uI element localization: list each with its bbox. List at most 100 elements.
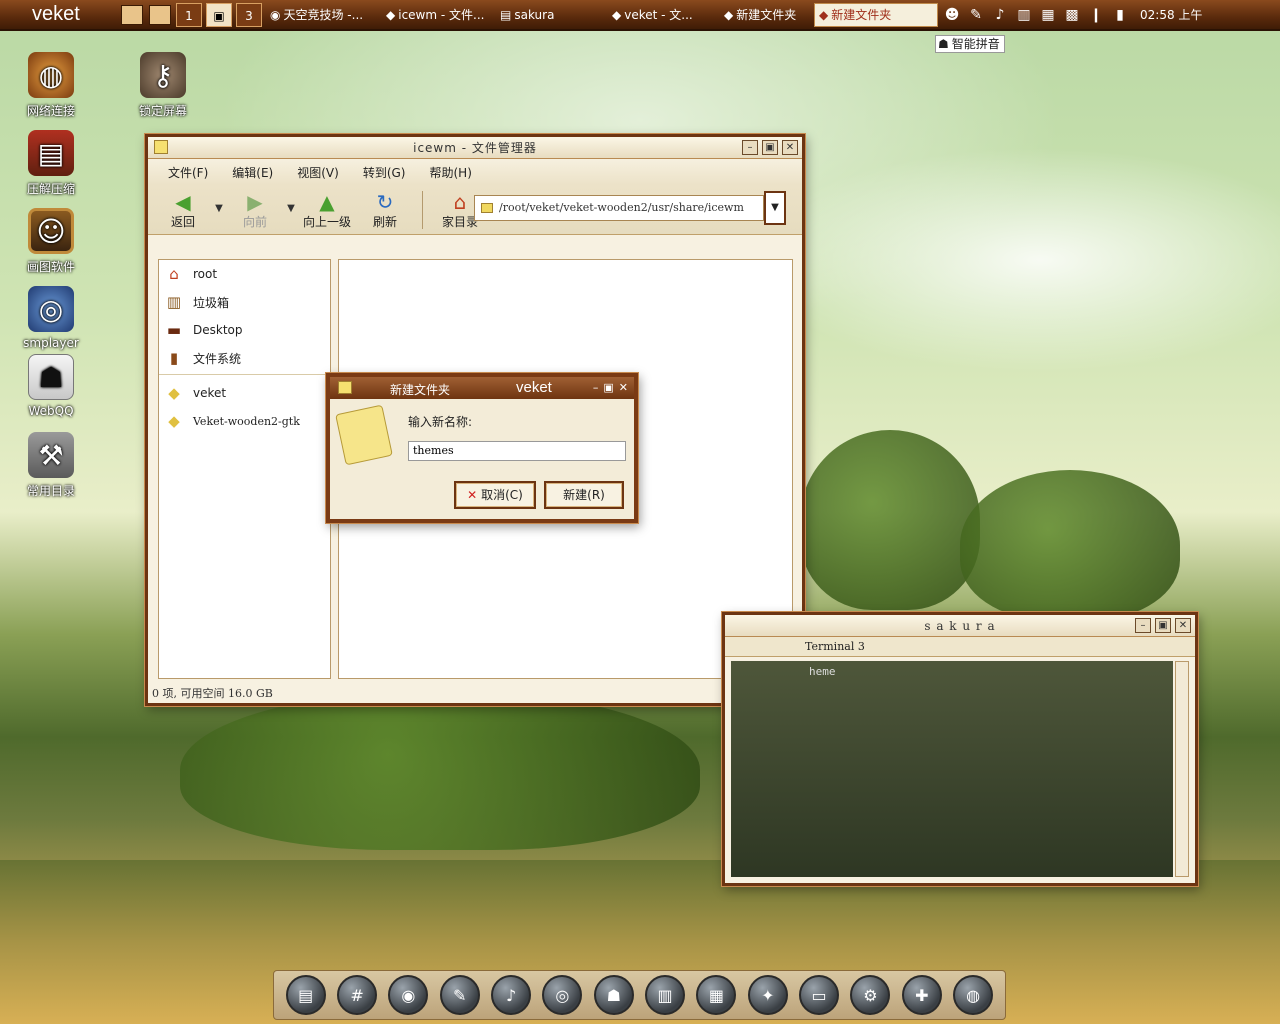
terminal-line: heme bbox=[809, 665, 836, 678]
toolbar-separator bbox=[422, 191, 423, 229]
close-button[interactable]: ✕ bbox=[782, 140, 798, 155]
help-dock-icon[interactable]: ✚ bbox=[901, 975, 942, 1015]
clipboard-icon[interactable]: ▦ bbox=[1038, 4, 1058, 26]
network-icon[interactable]: ▩ bbox=[1062, 4, 1082, 26]
location-path: /root/veket/veket-wooden2/usr/share/icew… bbox=[499, 201, 744, 214]
task-sakura[interactable]: ▤ sakura bbox=[496, 3, 604, 27]
terminal-titlebar[interactable]: s a k u r a – ▣ ✕ bbox=[725, 615, 1195, 637]
workspace-2[interactable]: ▣ bbox=[206, 2, 232, 27]
menu-file[interactable]: 文件(F) bbox=[168, 164, 208, 181]
status-bar: 0 项, 可用空间 16.0 GB bbox=[152, 687, 273, 700]
minimize-button[interactable]: – bbox=[1135, 618, 1151, 633]
ime-indicator[interactable]: ☗ 智能拼音 bbox=[935, 35, 1005, 53]
desktop-icon-paint[interactable]: ☺ 画图软件 bbox=[6, 208, 96, 275]
image-viewer-dock-icon[interactable]: ✦ bbox=[747, 975, 788, 1015]
menu-go[interactable]: 转到(G) bbox=[363, 164, 406, 181]
back-history-dropdown[interactable]: ▼ bbox=[212, 203, 226, 214]
dialog-title: 新建文件夹 bbox=[390, 383, 451, 397]
up-button[interactable]: ▲ 向上一级 bbox=[298, 191, 356, 230]
task-icewm-file-manager[interactable]: ◆ icewm - 文件... bbox=[382, 3, 492, 27]
settings-dock-icon[interactable]: ⚙ bbox=[850, 975, 891, 1015]
desktop-icon-lock-screen[interactable]: ⚷ 锁定屏幕 bbox=[118, 52, 208, 119]
close-button[interactable]: ✕ bbox=[1175, 618, 1191, 633]
minimize-button[interactable]: – bbox=[742, 140, 758, 155]
forward-history-dropdown[interactable]: ▼ bbox=[284, 203, 298, 214]
menu-edit[interactable]: 编辑(E) bbox=[232, 164, 273, 181]
sidebar-item-filesystem[interactable]: ▮ 文件系统 bbox=[159, 344, 330, 372]
monitor-dock-icon[interactable]: ▥ bbox=[645, 975, 686, 1015]
cancel-button[interactable]: ✕ 取消(C) bbox=[454, 481, 536, 509]
file-manager-titlebar[interactable]: icewm - 文件管理器 – ▣ ✕ bbox=[148, 137, 802, 159]
sidebar-item-veket[interactable]: ◆ veket bbox=[159, 379, 330, 407]
sidebar-separator bbox=[159, 374, 330, 375]
maximize-button[interactable]: ▣ bbox=[603, 381, 613, 394]
desktop-icon-network[interactable]: ◍ 网络连接 bbox=[6, 52, 96, 119]
editor-dock-icon[interactable]: ✎ bbox=[439, 975, 480, 1015]
folder-icon bbox=[481, 203, 493, 213]
disk-dock-icon[interactable]: ▭ bbox=[799, 975, 840, 1015]
refresh-button[interactable]: ↻ 刷新 bbox=[356, 191, 414, 230]
sidebar-item-trash[interactable]: ▥ 垃圾箱 bbox=[159, 288, 330, 316]
hammer-icon: ⚒ bbox=[28, 432, 74, 478]
desktop-icon-common-dirs[interactable]: ⚒ 常用目录 bbox=[6, 432, 96, 499]
task-new-folder-active[interactable]: ◆ 新建文件夹 bbox=[814, 2, 938, 27]
install-dock-icon[interactable]: ▦ bbox=[696, 975, 737, 1015]
folder-icon: ◆ bbox=[612, 7, 622, 22]
forward-button[interactable]: ▶ 向前 bbox=[226, 191, 284, 230]
volume-icon[interactable]: ♪ bbox=[990, 4, 1010, 26]
media-player-dock-icon[interactable]: ◎ bbox=[542, 975, 583, 1015]
start-menu-button[interactable]: veket bbox=[0, 0, 118, 30]
maximize-button[interactable]: ▣ bbox=[1155, 618, 1171, 633]
folder-icon: ◆ bbox=[168, 384, 180, 402]
pet-icon[interactable]: ☻ bbox=[942, 4, 962, 26]
monitor-icon: ▣ bbox=[213, 8, 225, 23]
terminal-dock-icon[interactable]: # bbox=[337, 975, 378, 1015]
home-icon: ⌂ bbox=[169, 265, 179, 283]
minimize-button[interactable]: – bbox=[593, 381, 599, 394]
clock[interactable]: 02:58 上午 bbox=[1140, 6, 1202, 23]
task-veket-file-manager[interactable]: ◆ veket - 文... bbox=[608, 3, 716, 27]
firefox-dock-icon[interactable]: ◉ bbox=[388, 975, 429, 1015]
terminal-tab[interactable]: Terminal 3 bbox=[725, 637, 1195, 657]
folder-name-input[interactable]: themes bbox=[408, 441, 626, 461]
terminal-scrollbar[interactable] bbox=[1175, 661, 1189, 877]
desktop-icon-webqq[interactable]: ☗ WebQQ bbox=[6, 354, 96, 418]
desktop-icon-smplayer[interactable]: ◎ smplayer bbox=[6, 286, 96, 350]
close-button[interactable]: ✕ bbox=[619, 381, 628, 394]
toolbar: ◀ 返回 ▼ ▶ 向前 ▼ ▲ 向上一级 ↻ 刷新 ⌂ 家目录 /root/ve… bbox=[148, 185, 802, 235]
location-dropdown[interactable]: ▼ bbox=[764, 191, 786, 225]
workspace-1[interactable]: 1 bbox=[176, 2, 202, 27]
terminal-icon: ▤ bbox=[500, 7, 512, 22]
music-dock-icon[interactable]: ♪ bbox=[491, 975, 532, 1015]
task-new-folder[interactable]: ◆ 新建文件夹 bbox=[720, 3, 810, 27]
back-button[interactable]: ◀ 返回 bbox=[154, 191, 212, 230]
maximize-button[interactable]: ▣ bbox=[762, 140, 778, 155]
menu-help[interactable]: 帮助(H) bbox=[429, 164, 471, 181]
pen-icon[interactable]: ✎ bbox=[966, 4, 986, 26]
file-manager-dock-icon[interactable]: ▤ bbox=[285, 975, 326, 1015]
workspace-3[interactable]: 3 bbox=[236, 2, 262, 27]
sidebar-item-veket-wooden2-gtk[interactable]: ◆ Veket-wooden2-gtk bbox=[159, 407, 330, 435]
show-desktop-icon[interactable] bbox=[121, 4, 143, 25]
window-list-icon[interactable] bbox=[149, 4, 171, 25]
qq-dock-icon[interactable]: ☗ bbox=[593, 975, 634, 1015]
create-button[interactable]: 新建(R) bbox=[544, 481, 624, 509]
task-firefox[interactable]: ◉ 天空竞技场 -... bbox=[266, 3, 378, 27]
trash-icon: ▥ bbox=[166, 293, 182, 311]
terminal-output[interactable]: heme bbox=[731, 661, 1173, 877]
browser-globe-dock-icon[interactable]: ◍ bbox=[953, 975, 994, 1015]
dialog-titlebar[interactable]: 新建文件夹 veket – ▣ ✕ bbox=[330, 377, 634, 399]
cpu-meter-icon[interactable]: ▥ bbox=[1014, 4, 1034, 26]
ime-label: 智能拼音 bbox=[951, 37, 1000, 51]
sidebar-item-desktop[interactable]: ▬ Desktop bbox=[159, 316, 330, 344]
desktop-icon-archive[interactable]: ▤ 压解压缩 bbox=[6, 130, 96, 197]
taskbar: veket 1 ▣ 3 ◉ 天空竞技场 -... ◆ icewm - 文件...… bbox=[0, 0, 1280, 31]
new-folder-dialog: 新建文件夹 veket – ▣ ✕ 输入新名称: themes ✕ 取消(C) … bbox=[326, 373, 638, 523]
firefox-icon: ◉ bbox=[270, 7, 281, 22]
name-prompt-label: 输入新名称: bbox=[408, 415, 473, 429]
thermometer-icon[interactable]: ❙ bbox=[1086, 4, 1106, 26]
menu-view[interactable]: 视图(V) bbox=[297, 164, 339, 181]
sidebar-item-root[interactable]: ⌂ root bbox=[159, 260, 330, 288]
location-bar[interactable]: /root/veket/veket-wooden2/usr/share/icew… bbox=[474, 195, 764, 221]
battery-icon[interactable]: ▮ bbox=[1110, 4, 1130, 26]
